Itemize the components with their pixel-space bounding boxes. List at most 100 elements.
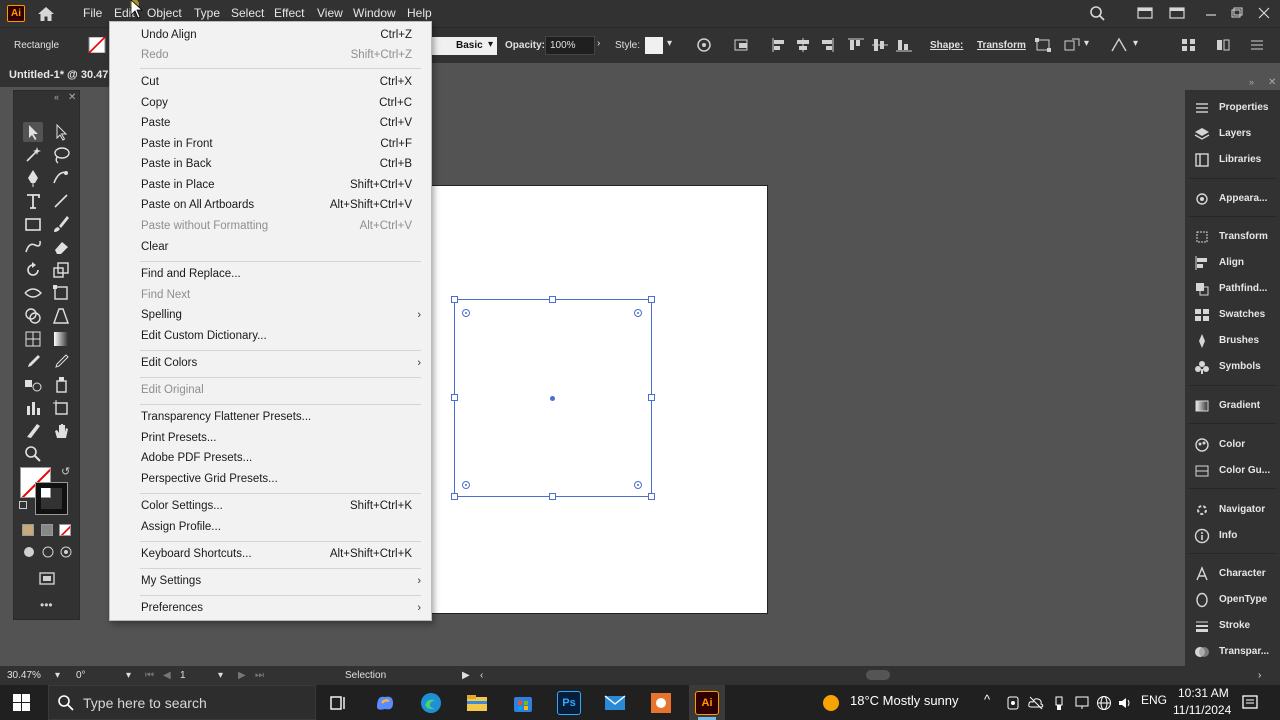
chevron-down-icon[interactable]: ▾	[1133, 38, 1138, 49]
panel-pathfinder[interactable]: Pathfind...	[1185, 277, 1280, 301]
zoom-tool-icon[interactable]	[23, 444, 43, 464]
blend-tool-icon[interactable]	[23, 375, 43, 395]
panel-color-guide[interactable]: Color Gu...	[1185, 459, 1280, 483]
line-segment-tool-icon[interactable]	[51, 191, 71, 211]
measure-tool-icon[interactable]	[51, 352, 71, 372]
menu-item-edit-custom-dictionary[interactable]: Edit Custom Dictionary...	[141, 330, 267, 342]
panel-symbols[interactable]: Symbols	[1185, 355, 1280, 379]
panel-layers[interactable]: Layers	[1185, 122, 1280, 146]
resize-handle[interactable]	[648, 493, 655, 500]
rotation-value[interactable]: 0°	[76, 670, 86, 681]
direct-selection-tool-icon[interactable]	[51, 122, 71, 142]
lasso-tool-icon[interactable]	[51, 145, 71, 165]
curvature-tool-icon[interactable]	[51, 168, 71, 188]
workspace-switcher-icon[interactable]	[1136, 5, 1154, 21]
corner-radius-widget[interactable]	[634, 309, 642, 317]
show-hidden-icons-icon[interactable]: ^	[984, 692, 990, 707]
chevron-down-icon[interactable]: ▾	[126, 670, 131, 681]
shape-button[interactable]: Shape:	[930, 40, 963, 51]
type-tool-icon[interactable]	[23, 191, 43, 211]
menu-select[interactable]: Select	[231, 6, 264, 20]
align-center-icon[interactable]	[794, 37, 812, 53]
illustrator-taskbar-icon[interactable]: Ai	[695, 691, 719, 715]
shape-builder-tool-icon[interactable]	[23, 306, 43, 326]
magic-wand-tool-icon[interactable]	[23, 145, 43, 165]
resize-handle[interactable]	[648, 394, 655, 401]
menu-item-copy[interactable]: Copy	[141, 97, 168, 109]
paintbrush-tool-icon[interactable]	[51, 214, 71, 234]
close-dock-icon[interactable]: ✕	[1268, 77, 1276, 88]
mail-icon[interactable]	[603, 691, 627, 715]
free-transform-tool-icon[interactable]	[51, 283, 71, 303]
opacity-arrow-icon[interactable]: ›	[597, 38, 600, 49]
panel-appearance[interactable]: Appeara...	[1185, 187, 1280, 211]
corner-radius-widget[interactable]	[462, 481, 470, 489]
symbol-sprayer-tool-icon[interactable]	[51, 375, 71, 395]
last-artboard-icon[interactable]: ⏭	[255, 670, 264, 681]
scale-tool-icon[interactable]	[51, 260, 71, 280]
slice-tool-icon[interactable]	[23, 421, 43, 441]
minimize-icon[interactable]	[1204, 5, 1218, 21]
network-icon[interactable]	[1074, 695, 1090, 711]
align-to-icon[interactable]	[733, 37, 751, 53]
restore-icon[interactable]	[1230, 5, 1244, 21]
menu-item-spelling[interactable]: Spelling	[141, 309, 182, 321]
windows-start-icon[interactable]	[13, 694, 30, 711]
chevron-down-icon[interactable]: ▾	[218, 670, 223, 681]
color-mode-icon[interactable]	[22, 524, 34, 536]
screen-mode-icon[interactable]	[37, 569, 57, 589]
panel-properties[interactable]: Properties	[1185, 96, 1280, 120]
draw-behind-icon[interactable]	[41, 545, 55, 559]
chevron-down-icon[interactable]: ▾	[667, 38, 672, 49]
align-top-icon[interactable]	[847, 37, 865, 53]
panel-stroke[interactable]: Stroke	[1185, 614, 1280, 638]
menu-type[interactable]: Type	[194, 6, 220, 20]
usb-icon[interactable]	[1051, 695, 1067, 711]
menu-item-find-and-replace[interactable]: Find and Replace...	[141, 268, 241, 280]
weather-text[interactable]: 18°C Mostly sunny	[850, 693, 959, 708]
photoshop-taskbar-icon[interactable]: Ps	[557, 691, 581, 715]
panel-navigator[interactable]: Navigator	[1185, 498, 1280, 522]
chevron-down-icon[interactable]: ▾	[55, 670, 60, 681]
horizontal-scrollbar-thumb[interactable]	[866, 670, 890, 680]
resize-handle[interactable]	[451, 493, 458, 500]
first-artboard-icon[interactable]: ⏮	[145, 670, 154, 681]
volume-icon[interactable]	[1117, 695, 1133, 711]
file-explorer-icon[interactable]	[465, 691, 489, 715]
menu-item-keyboard-shortcuts[interactable]: Keyboard Shortcuts...	[141, 548, 252, 560]
artboard-tool-icon[interactable]	[51, 398, 71, 418]
corner-radius-widget[interactable]	[634, 481, 642, 489]
menu-item-assign-profile[interactable]: Assign Profile...	[141, 521, 221, 533]
recorder-app-icon[interactable]	[649, 691, 673, 715]
arrange-panel-icon[interactable]	[1180, 37, 1198, 53]
recolor-artwork-icon[interactable]	[695, 37, 713, 53]
home-icon[interactable]	[36, 5, 56, 23]
panel-libraries[interactable]: Libraries	[1185, 148, 1280, 172]
panel-opentype[interactable]: OpenType	[1185, 588, 1280, 612]
swap-fill-stroke-icon[interactable]: ↺	[61, 465, 70, 478]
globe-icon[interactable]	[1096, 695, 1112, 711]
next-artboard-icon[interactable]: ▶	[238, 670, 246, 681]
mesh-tool-icon[interactable]	[23, 329, 43, 349]
menu-item-print-presets[interactable]: Print Presets...	[141, 432, 216, 444]
panel-swatches[interactable]: Swatches	[1185, 303, 1280, 327]
rotate-tool-icon[interactable]	[23, 260, 43, 280]
menu-item-color-settings[interactable]: Color Settings...	[141, 500, 223, 512]
menu-effect[interactable]: Effect	[274, 6, 304, 20]
gradient-mode-icon[interactable]	[41, 524, 53, 536]
transform-button[interactable]: Transform	[977, 40, 1026, 51]
chevron-down-icon[interactable]: ▾	[1084, 38, 1089, 49]
clock-date[interactable]: 11/11/2024	[1173, 703, 1231, 717]
brush-definition-dropdown[interactable]: Basic ▾	[432, 37, 497, 55]
menu-item-preferences[interactable]: Preferences	[141, 602, 203, 614]
close-icon[interactable]	[1257, 5, 1271, 21]
menu-item-undo-align[interactable]: Undo Align	[141, 29, 197, 41]
menu-item-paste[interactable]: Paste	[141, 117, 170, 129]
document-tab[interactable]: Untitled-1* @ 30.47	[0, 63, 110, 87]
hand-tool-icon[interactable]	[51, 421, 71, 441]
previous-artboard-icon[interactable]: ◀	[163, 670, 171, 681]
graphic-style-swatch[interactable]	[645, 37, 663, 54]
puppet-warp-icon[interactable]	[1110, 37, 1128, 53]
column-graph-tool-icon[interactable]	[23, 398, 43, 418]
panel-align[interactable]: Align	[1185, 251, 1280, 275]
